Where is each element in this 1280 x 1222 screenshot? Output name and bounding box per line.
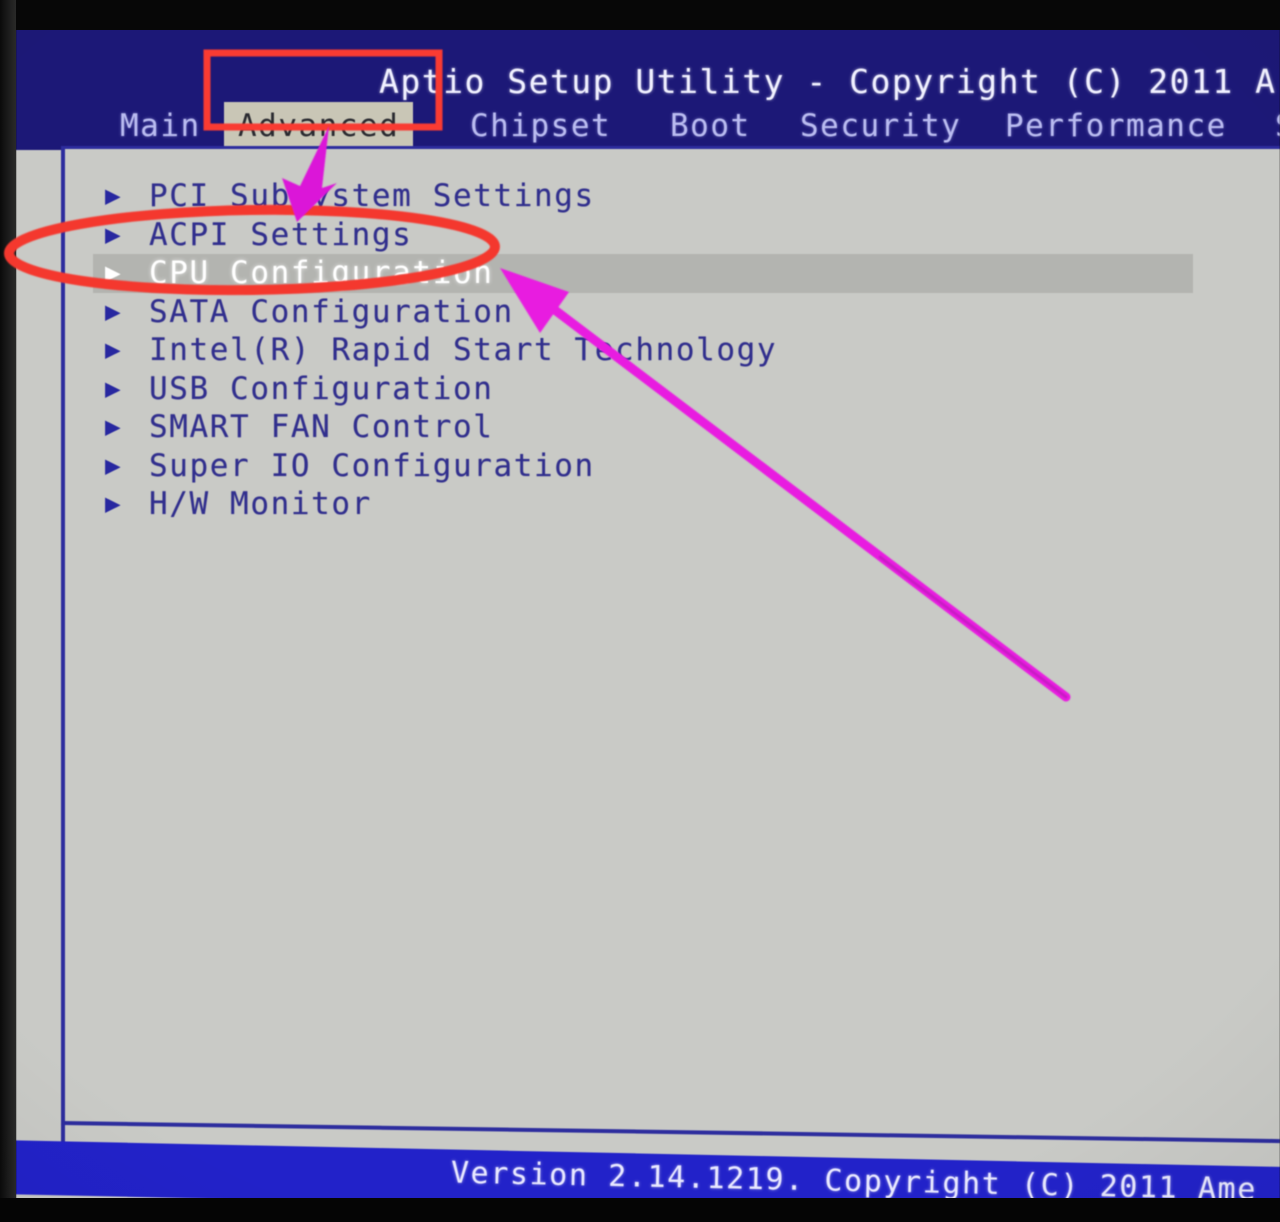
tab-main[interactable]: Main [106, 102, 215, 150]
tab-advanced[interactable]: Advanced [224, 102, 414, 150]
menu-item-label: Super IO Configuration [149, 447, 595, 484]
submenu-arrow-icon: ▶ [105, 296, 121, 327]
menu-item-intel-rapid-start-technology[interactable]: ▶ Intel(R) Rapid Start Technology [93, 331, 1193, 370]
submenu-arrow-icon: ▶ [105, 412, 121, 443]
bios-screen: Aptio Setup Utility - Copyright (C) 2011… [16, 28, 1280, 1208]
monitor-bezel-bottom [0, 1198, 1280, 1222]
menu-item-label: CPU Configuration [149, 255, 494, 292]
advanced-menu-list: ▶ PCI Subsystem Settings ▶ ACPI Settings… [93, 177, 1193, 524]
menu-item-label: H/W Monitor [149, 486, 372, 523]
submenu-arrow-icon: ▶ [105, 335, 121, 366]
menu-item-label: SATA Configuration [149, 293, 514, 330]
tab-security[interactable]: Security [786, 102, 975, 150]
bios-setup-screenshot: Aptio Setup Utility - Copyright (C) 2011… [0, 0, 1280, 1222]
menu-item-label: PCI Subsystem Settings [149, 178, 595, 215]
submenu-arrow-icon: ▶ [105, 181, 121, 212]
menu-item-label: Intel(R) Rapid Start Technology [149, 332, 778, 369]
menu-item-pci-subsystem-settings[interactable]: ▶ PCI Subsystem Settings [93, 177, 1193, 216]
window-title-line: Aptio Setup Utility - Copyright (C) 2011… [16, 62, 1280, 102]
menu-item-cpu-configuration[interactable]: ▶ CPU Configuration [93, 254, 1193, 293]
submenu-arrow-icon: ▶ [105, 258, 121, 289]
tab-save-exit[interactable]: S [1261, 102, 1280, 150]
submenu-arrow-icon: ▶ [105, 219, 121, 250]
menu-item-usb-configuration[interactable]: ▶ USB Configuration [93, 370, 1193, 409]
window-title: Aptio Setup Utility - Copyright (C) 2011… [379, 62, 1277, 101]
menu-item-label: SMART FAN Control [149, 409, 494, 446]
menu-item-label: USB Configuration [149, 370, 494, 407]
submenu-arrow-icon: ▶ [105, 373, 121, 404]
menu-item-label: ACPI Settings [149, 216, 413, 253]
monitor-bezel-left [0, 0, 16, 1222]
menu-item-acpi-settings[interactable]: ▶ ACPI Settings [93, 216, 1193, 255]
tab-performance[interactable]: Performance [991, 102, 1241, 150]
menu-item-hw-monitor[interactable]: ▶ H/W Monitor [93, 485, 1193, 524]
submenu-arrow-icon: ▶ [105, 489, 121, 520]
menu-item-super-io-configuration[interactable]: ▶ Super IO Configuration [93, 447, 1193, 486]
menu-item-sata-configuration[interactable]: ▶ SATA Configuration [93, 293, 1193, 332]
settings-panel: ▶ PCI Subsystem Settings ▶ ACPI Settings… [61, 146, 1280, 1149]
tab-chipset[interactable]: Chipset [456, 102, 625, 150]
tab-boot[interactable]: Boot [656, 102, 765, 150]
menu-tab-bar: Main Advanced Chipset Boot Security Perf… [16, 102, 1280, 150]
menu-item-smart-fan-control[interactable]: ▶ SMART FAN Control [93, 408, 1193, 447]
submenu-arrow-icon: ▶ [105, 450, 121, 481]
monitor-bezel-top [0, 0, 1280, 30]
